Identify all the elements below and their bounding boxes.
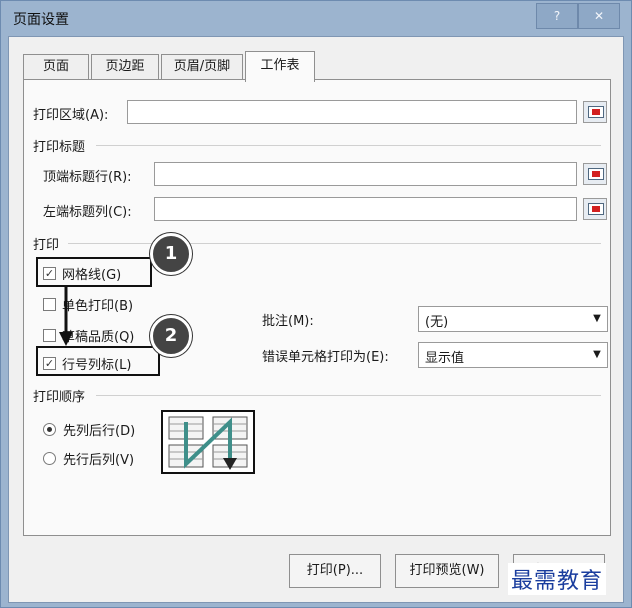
over-then-down-label: 先行后列(V) (63, 453, 135, 468)
cell-errors-dropdown[interactable]: 显示值 ▼ (418, 342, 608, 368)
over-then-down-radio[interactable] (43, 452, 56, 465)
close-button[interactable]: ✕ (578, 3, 620, 29)
cell-errors-value: 显示值 (425, 351, 465, 366)
page-order-preview-icon (161, 410, 255, 474)
print-button[interactable]: 打印(P)... (289, 554, 381, 588)
dialog-client: 页面 页边距 页眉/页脚 工作表 打印区域(A): 打印标题 顶端标题行(R):… (8, 36, 624, 603)
print-area-label: 打印区域(A): (33, 108, 109, 123)
rows-to-repeat-label: 顶端标题行(R): (43, 170, 132, 185)
callout-2-badge: 2 (150, 315, 192, 357)
callout-2-highlight (36, 346, 160, 376)
down-then-over-label: 先列后行(D) (63, 424, 136, 439)
columns-to-repeat-label: 左端标题列(C): (43, 205, 132, 220)
watermark-logo: 最需教育 (508, 563, 607, 595)
print-area-input[interactable] (127, 100, 577, 124)
rows-to-repeat-input[interactable] (154, 162, 577, 186)
page-setup-dialog: 页面设置 ? ✕ 页面 页边距 页眉/页脚 工作表 打印区域(A): 打印标题 … (0, 0, 632, 608)
black-white-checkbox[interactable] (43, 298, 56, 311)
tab-sheet[interactable]: 工作表 (245, 51, 315, 82)
section-divider (96, 145, 601, 146)
comments-label: 批注(M): (262, 314, 314, 329)
comments-value: (无) (425, 315, 449, 330)
cell-errors-label: 错误单元格打印为(E): (262, 350, 389, 365)
columns-to-repeat-collapse-icon[interactable] (583, 198, 607, 220)
print-preview-button[interactable]: 打印预览(W) (395, 554, 499, 588)
callout-arrow-icon (59, 286, 73, 346)
chevron-down-icon: ▼ (593, 313, 601, 324)
callout-1-badge: 1 (150, 233, 192, 275)
chevron-down-icon: ▼ (593, 349, 601, 360)
draft-quality-checkbox[interactable] (43, 329, 56, 342)
columns-to-repeat-input[interactable] (154, 197, 577, 221)
section-divider (96, 395, 601, 396)
comments-dropdown[interactable]: (无) ▼ (418, 306, 608, 332)
help-button[interactable]: ? (536, 3, 578, 29)
rows-to-repeat-collapse-icon[interactable] (583, 163, 607, 185)
page-order-heading: 打印顺序 (33, 390, 86, 405)
down-then-over-radio[interactable] (43, 423, 56, 436)
callout-1-highlight (36, 257, 152, 287)
print-titles-heading: 打印标题 (33, 140, 86, 155)
title-bar[interactable]: 页面设置 ? ✕ (1, 1, 631, 35)
print-area-collapse-icon[interactable] (583, 101, 607, 123)
tab-page[interactable]: 页面 (23, 54, 89, 79)
print-heading: 打印 (33, 238, 60, 253)
dialog-title: 页面设置 (13, 12, 69, 28)
sheet-panel: 打印区域(A): 打印标题 顶端标题行(R): 左端标题列(C): 打印 ✓ 网… (23, 79, 611, 536)
section-divider (68, 243, 601, 244)
tab-header-footer[interactable]: 页眉/页脚 (161, 54, 243, 79)
tab-margins[interactable]: 页边距 (91, 54, 159, 79)
